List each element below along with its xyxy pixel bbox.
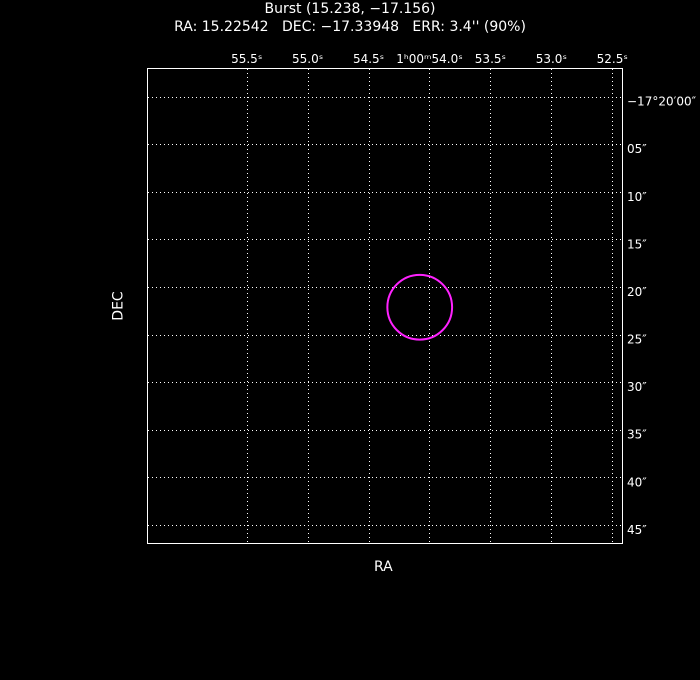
x-tick-label: 53.5ˢ	[475, 52, 506, 66]
y-tick-labels: −17°20′00″ 05″ 10″ 15″ 20″ 25″ 30″ 35″ 40″ 45″	[627, 95, 697, 537]
x-tick-label: 53.0ˢ	[536, 52, 567, 66]
x-axis-label: RA	[374, 559, 393, 575]
y-tick-label: −17°20′00″	[627, 95, 697, 109]
error-circle	[386, 273, 454, 341]
x-tick-label: 55.5ˢ	[231, 52, 262, 66]
y-tick-label: 15″	[627, 237, 647, 251]
y-tick-label: 30″	[627, 380, 647, 394]
y-tick-label: 05″	[627, 142, 647, 156]
y-tick-label: 35″	[627, 428, 647, 442]
y-axis-label: DEC	[110, 291, 127, 321]
x-tick-label: 54.5ˢ	[353, 52, 384, 66]
x-tick-label: 52.5ˢ	[597, 52, 628, 66]
x-tick-labels: 55.5ˢ 55.0ˢ 54.5ˢ 1ʰ00ᵐ54.0ˢ 53.5ˢ 53.0ˢ 52.5ˢ	[231, 52, 628, 66]
y-tick-label: 25″	[627, 333, 647, 347]
grid-lines	[148, 69, 622, 543]
sky-chart: 55.5ˢ 55.0ˢ 54.5ˢ 1ʰ00ᵐ54.0ˢ 53.5ˢ 53.0ˢ 52.5ˢ…	[147, 52, 697, 544]
y-tick-label: 10″	[627, 190, 647, 204]
y-tick-label: 40″	[627, 475, 647, 489]
x-tick-label: 55.0ˢ	[292, 52, 323, 66]
x-tick-label: 1ʰ00ᵐ54.0ˢ	[396, 52, 462, 66]
y-tick-label: 20″	[627, 285, 647, 299]
y-tick-label: 45″	[627, 523, 647, 537]
